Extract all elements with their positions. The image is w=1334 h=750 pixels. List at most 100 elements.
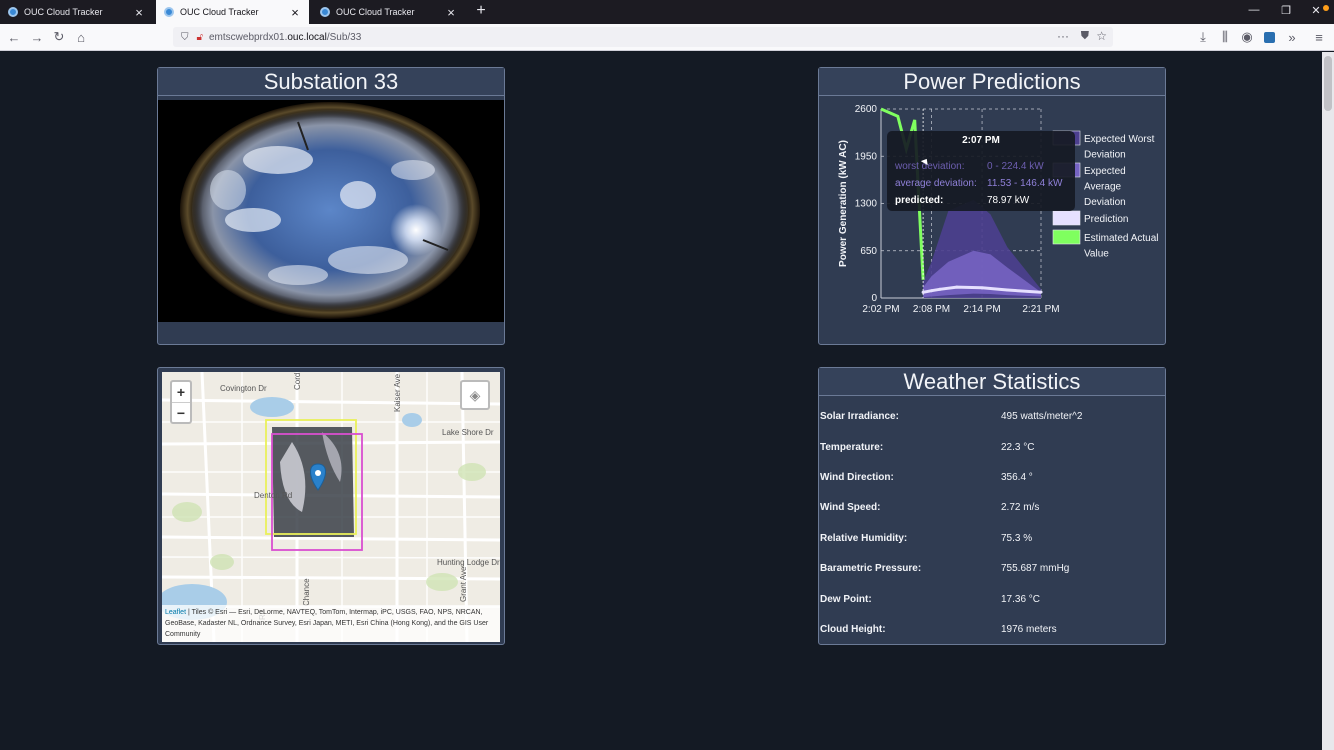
y-tick-label: 650 [860,246,877,257]
tooltip-average-label: average deviation: [895,178,977,189]
tooltip-average-value: 11.53 - 146.4 kW [987,178,1063,189]
weather-value: 356.4 ° [1001,472,1033,483]
account-icon[interactable]: ◉ [1238,28,1256,46]
weather-label: Relative Humidity: [820,533,908,544]
restore-icon[interactable]: ❐ [1278,4,1294,17]
weather-value: 755.687 mmHg [1001,563,1070,574]
notification-dot-icon [1323,5,1329,11]
tooltip-worst-label: worst deviation: [895,161,965,172]
zoom-control: + − [170,380,192,424]
url-host: ouc.local [287,31,327,43]
new-tab-icon[interactable]: + [472,2,490,20]
page-actions-icon[interactable]: ··· [1057,29,1069,43]
map-view[interactable]: Covington Dr Cord Ave Kaiser Ave Lake Sh… [162,372,500,642]
chart-tooltip: 2:07 PM worst deviation: 0 - 224.4 kW av… [887,131,1075,211]
power-title: Power Predictions [819,68,1165,96]
y-tick-label: 2600 [855,104,878,115]
zoom-out-button[interactable]: − [172,402,190,422]
back-icon[interactable]: ← [5,28,23,46]
prediction-point[interactable] [980,286,984,290]
y-tick-label: 1950 [855,151,878,162]
overflow-menu-icon[interactable]: » [1283,28,1301,46]
legend-label: Estimated Actual Value [1084,233,1158,260]
x-tick-label: 2:08 PM [913,304,950,315]
minimize-icon[interactable]: — [1246,4,1262,16]
attribution-text: | Tiles © Esri — Esri, DeLorme, NAVTEQ, … [165,609,489,638]
layers-button[interactable]: ◈ [460,380,490,410]
map-attribution: Leaflet | Tiles © Esri — Esri, DeLorme, … [162,605,500,642]
prediction-point[interactable] [930,289,934,293]
page-body: Substation 33 Covington Dr Cord Ave Kais… [0,52,1322,750]
x-tick-label: 2:21 PM [1022,304,1059,315]
weather-value: 2.72 m/s [1001,502,1040,513]
street-label: Lake Shore Dr [442,428,494,437]
weather-label: Temperature: [820,442,884,453]
hamburger-menu-icon[interactable]: ≡ [1310,28,1328,46]
weather-row: Solar Irradiance: 495 watts/meter^2 [819,411,1165,431]
prediction-point[interactable] [1005,288,1009,292]
library-icon[interactable]: ⫼ [1216,28,1234,46]
weather-row: Wind Direction: 356.4 ° [819,472,1165,492]
tooltip-predicted-label: predicted: [895,195,944,206]
map-card: Covington Dr Cord Ave Kaiser Ave Lake Sh… [157,367,505,645]
tab-label: OUC Cloud Tracker [336,7,415,17]
browser-tab-3[interactable]: OUC Cloud Tracker × [312,0,465,24]
forward-icon[interactable]: → [28,28,46,46]
weather-title: Weather Statistics [819,368,1165,396]
prediction-point[interactable] [938,287,942,291]
weather-row: Barametric Pressure: 755.687 mmHg [819,563,1165,583]
browser-tab-1[interactable]: OUC Cloud Tracker × [0,0,153,24]
street-label: Chance [302,578,311,606]
tooltip-predicted-value: 78.97 kW [987,195,1030,206]
street-label: Denton Rd [254,491,293,500]
tab-bar: OUC Cloud Tracker × OUC Cloud Tracker × … [0,0,1334,24]
weather-label: Dew Point: [820,594,872,605]
prediction-point[interactable] [1039,290,1043,294]
weather-value: 1976 meters [1001,624,1057,635]
legend-swatch [1052,210,1081,226]
page-scrollbar[interactable] [1322,52,1334,750]
reload-icon[interactable]: ↻ [50,28,68,46]
scrollbar-thumb[interactable] [1324,56,1332,111]
street-label: Covington Dr [220,384,267,393]
weather-value: 495 watts/meter^2 [1001,411,1083,422]
legend-label: Expected Average Deviation [1084,166,1126,208]
weather-value: 75.3 % [1001,533,1033,544]
weather-label: Cloud Height: [820,624,886,635]
prediction-point[interactable] [955,285,959,289]
legend-label: Prediction [1084,214,1128,225]
home-icon[interactable]: ⌂ [72,28,90,46]
weather-value: 22.3 °C [1001,442,1035,453]
browser-tab-2[interactable]: OUC Cloud Tracker × [156,0,309,24]
weather-label: Barametric Pressure: [820,563,922,574]
bookmark-star-icon[interactable]: ☆ [1096,29,1107,43]
street-label: Kaiser Ave [393,373,402,412]
weather-row: Wind Speed: 2.72 m/s [819,502,1165,522]
weather-label: Wind Speed: [820,502,881,513]
y-tick-label: 1300 [855,199,878,210]
site-favicon-icon [8,7,18,17]
close-tab-icon[interactable]: × [133,5,145,20]
tooltip-worst-value: 0 - 224.4 kW [987,161,1044,172]
site-favicon-icon [320,7,330,17]
downloads-icon[interactable]: ⤓ [1194,28,1212,46]
zoom-in-button[interactable]: + [172,382,190,402]
address-bar[interactable]: ⛉ 🔓︎ emtscwebprdx01. ouc.local/Sub/33 ···… [173,27,1113,47]
weather-value: 17.36 °C [1001,594,1041,605]
extension-icon[interactable] [1260,28,1278,46]
site-favicon-icon [164,7,174,17]
legend-label: Expected Worst Deviation [1084,134,1155,161]
shield-icon[interactable]: ⛉ [181,32,189,43]
insecure-lock-icon[interactable]: 🔓︎ [197,32,203,43]
pocket-icon[interactable]: ⛊ [1081,30,1089,43]
close-tab-icon[interactable]: × [445,5,457,20]
url-path: /Sub/33 [326,31,362,43]
layers-icon: ◈ [469,386,481,403]
close-window-icon[interactable]: ✕ [1308,4,1324,17]
weather-row: Temperature: 22.3 °C [819,442,1165,462]
x-tick-label: 2:14 PM [963,304,1000,315]
leaflet-link[interactable]: Leaflet [165,609,186,616]
close-tab-icon[interactable]: × [289,5,301,20]
street-label: Cord Ave [293,372,302,390]
navigation-bar: ← → ↻ ⌂ ⛉ 🔓︎ emtscwebprdx01. ouc.local/Su… [0,24,1334,51]
